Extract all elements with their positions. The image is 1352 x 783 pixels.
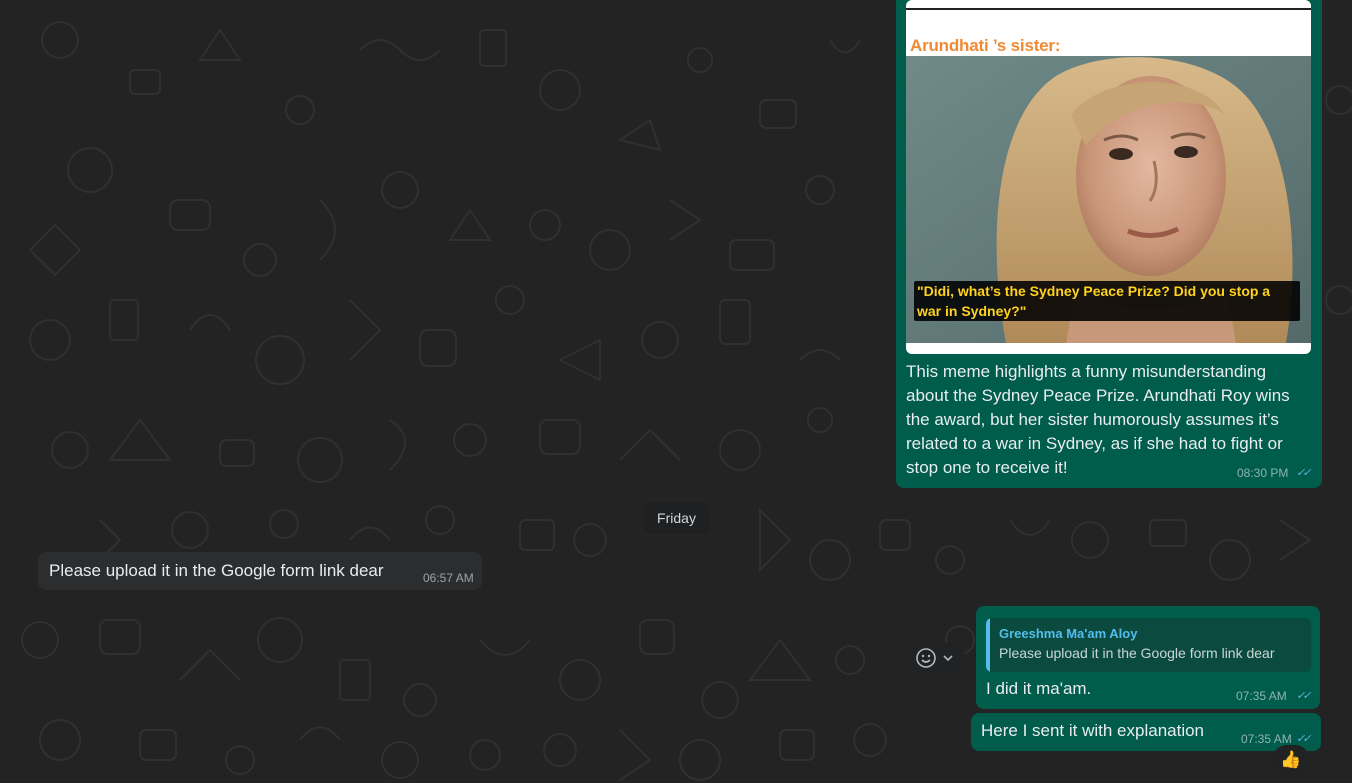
last-message-text: Here I sent it with explanation (981, 721, 1205, 740)
message-time: 07:35 AM (1241, 732, 1292, 746)
double-check-icon: ✓✓ (1296, 467, 1312, 479)
reaction-menu-button[interactable] (911, 643, 965, 673)
reply-message-text: I did it ma'am. (986, 679, 1092, 698)
quoted-text: Please upload it in the Google form link… (999, 645, 1275, 661)
chevron-down-icon (943, 655, 953, 662)
incoming-message-bubble[interactable]: Please upload it in the Google form link… (38, 552, 482, 590)
meme-image[interactable]: Arundhati ’s sister: "Didi, what’s the S… (906, 0, 1311, 354)
meme-caption: "Didi, what’s the Sydney Peace Prize? Di… (914, 281, 1300, 321)
date-separator: Friday (644, 502, 709, 534)
meme-message-bubble[interactable]: Arundhati ’s sister: "Didi, what’s the S… (896, 0, 1322, 488)
incoming-message-text: Please upload it in the Google form link… (49, 561, 384, 580)
meme-heading: Arundhati ’s sister: (910, 36, 1061, 55)
thumbs-up-reaction[interactable]: 👍 (1272, 745, 1310, 775)
double-check-icon: ✓✓ (1296, 733, 1312, 745)
quoted-author: Greeshma Ma'am Aloy (999, 626, 1138, 641)
meme-message-text: This meme highlights a funny misundersta… (906, 362, 1290, 477)
message-time: 07:35 AM (1236, 689, 1287, 703)
last-message-bubble[interactable]: Here I sent it with explanation 07:35 AM… (971, 713, 1321, 751)
meme-divider (906, 8, 1311, 10)
quote-accent-bar (986, 618, 990, 672)
message-time: 06:57 AM (423, 571, 474, 585)
reply-message-bubble[interactable]: Greeshma Ma'am Aloy Please upload it in … (976, 606, 1320, 709)
message-time: 08:30 PM (1237, 466, 1289, 480)
quoted-message[interactable]: Greeshma Ma'am Aloy Please upload it in … (986, 618, 1311, 672)
smiley-icon (916, 648, 936, 668)
double-check-icon: ✓✓ (1296, 690, 1312, 702)
